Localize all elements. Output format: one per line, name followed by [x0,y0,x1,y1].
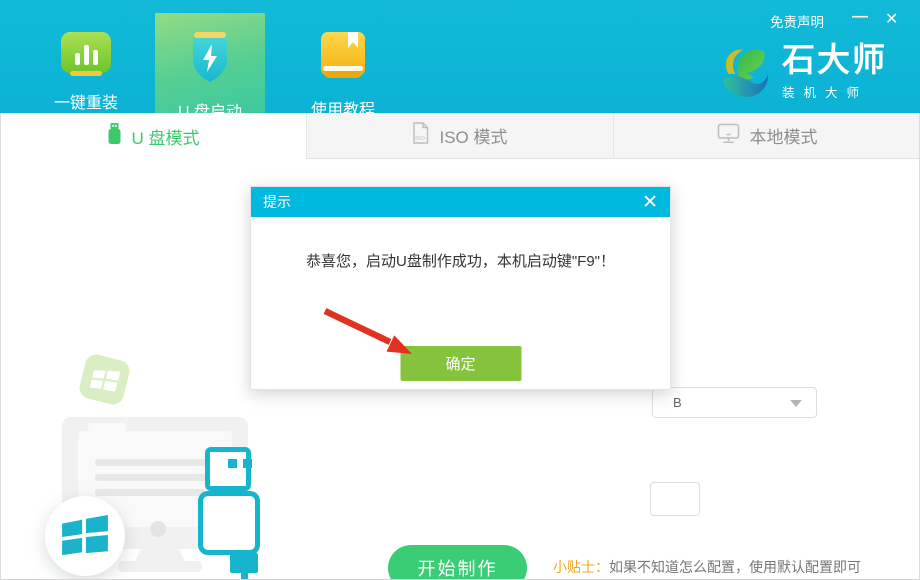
monitor-illustration [62,417,248,549]
tab-label: 本地模式 [750,123,818,148]
usb-plug-connector [230,553,258,573]
brand-mark-icon [714,42,772,107]
chevron-down-icon [790,400,802,407]
tab-local-mode[interactable]: 本地模式 [613,113,920,159]
usb-device-select[interactable]: B [652,387,817,418]
usb-plug-pin [243,459,252,468]
dialog-title: 提示 [263,192,291,212]
minimize-button[interactable]: — [852,8,868,26]
usb-device-select-value: B [673,395,682,410]
shield-bolt-icon [185,32,235,89]
brand-logo: 石大师 装机大师 [714,42,887,107]
book-icon [320,32,366,87]
close-button[interactable]: ✕ [885,9,898,29]
brand-subtitle: 装机大师 [782,82,887,101]
windows-logo-circle [45,496,125,576]
monitor-icon [717,123,740,149]
nav-item-usb-boot[interactable]: U 盘启动 [155,13,265,113]
disclaimer-link[interactable]: 免责声明 [770,11,824,31]
nav-item-one-click-reinstall[interactable]: 一键重装 [31,13,141,113]
dialog-ok-button[interactable]: 确定 [400,346,521,381]
tab-usb-mode[interactable]: U 盘模式 [0,113,306,159]
app-window: 一键重装 U 盘启动 [0,0,920,580]
dialog-header: 提示 ✕ [251,187,670,217]
usb-plug-illustration [205,447,251,491]
tab-iso-mode[interactable]: ISO ISO 模式 [306,113,613,159]
usb-drive-icon [107,123,122,150]
dialog-close-icon[interactable]: ✕ [642,193,658,212]
windows-watermark-square [77,352,132,407]
config-input-partial[interactable] [650,482,700,516]
dialog-message: 恭喜您，启动U盘制作成功，本机启动键"F9"！ [251,250,670,271]
usb-plug-body [198,491,260,555]
app-header: 一键重装 U 盘启动 [0,0,920,113]
tip-text: 小贴士：如果不知道怎么配置，使用默认配置即可 [553,557,861,577]
mode-tabs: U 盘模式 ISO ISO 模式 本地模式 [0,113,920,159]
tip-body: 如果不知道怎么配置，使用默认配置即可 [609,559,861,575]
usb-plug-pin [228,459,237,468]
monitor-stand-base [118,561,202,572]
monitor-stand [135,549,185,562]
nav-item-tutorial[interactable]: 使用教程 [288,13,398,113]
brand-name: 石大师 [782,42,887,78]
iso-badge: ISO [416,136,426,142]
start-make-button[interactable]: 开始制作 [388,545,527,580]
iso-file-icon: ISO [412,122,429,149]
tab-label: ISO 模式 [439,123,507,148]
tab-label: U 盘模式 [132,124,200,149]
usb-cable [241,571,248,580]
nav-label: 一键重装 [54,89,118,113]
tip-label: 小贴士： [553,559,609,575]
success-dialog: 提示 ✕ 恭喜您，启动U盘制作成功，本机启动键"F9"！ 确定 [250,186,671,390]
chart-icon [60,32,112,80]
